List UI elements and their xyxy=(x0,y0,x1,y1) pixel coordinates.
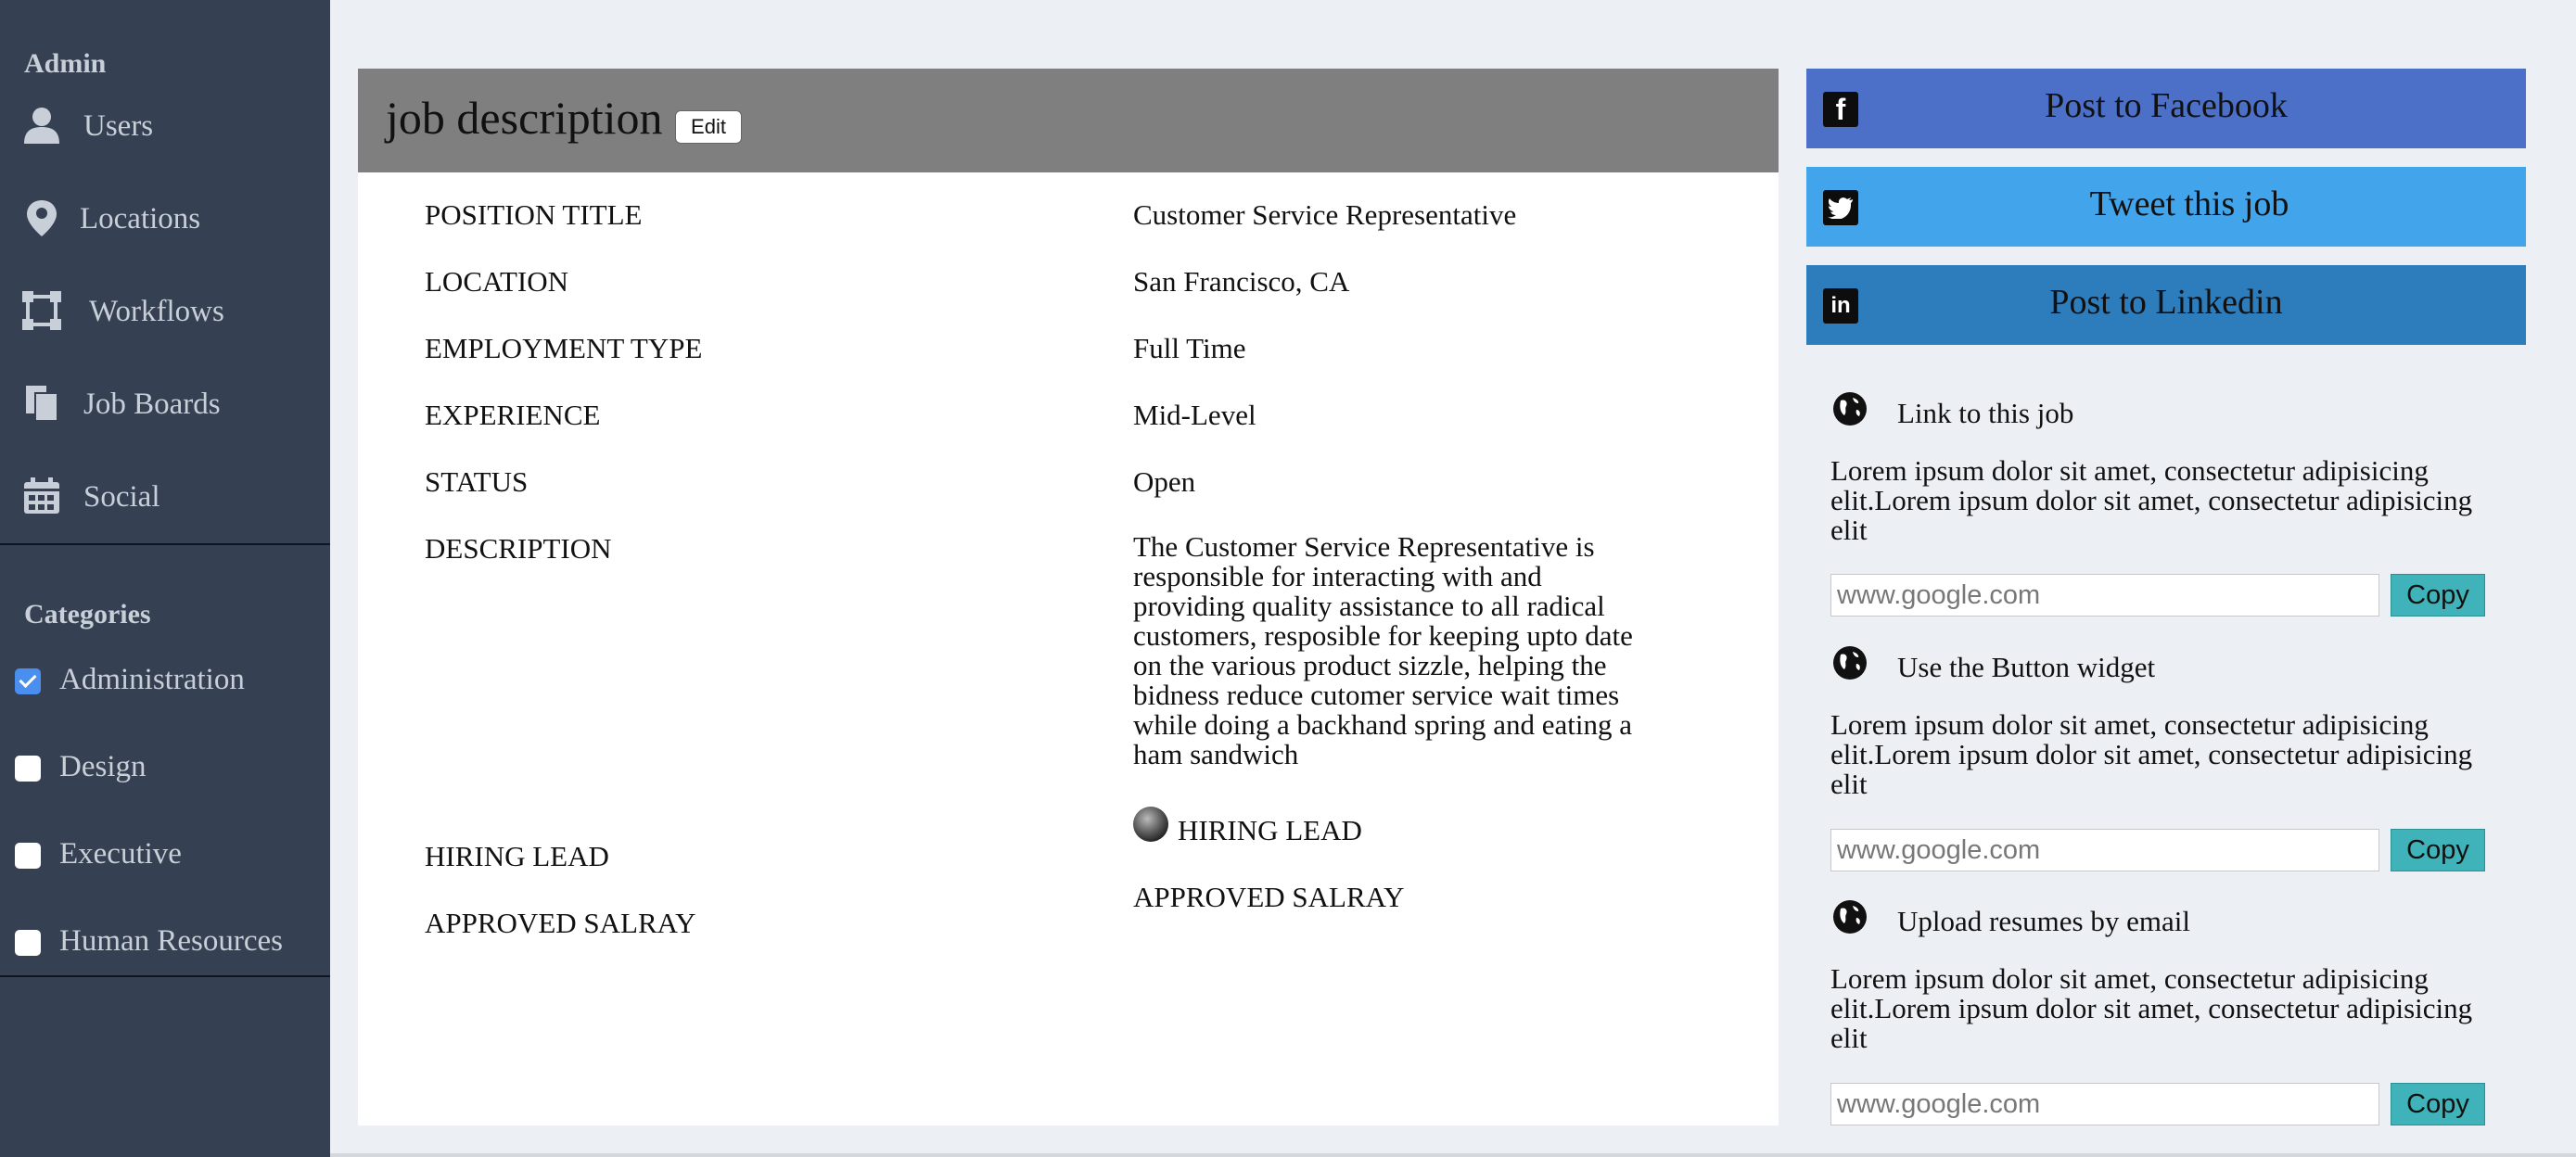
field-value-description: The Customer Service Representative is r… xyxy=(1133,530,1633,770)
sidebar-item-users[interactable]: Users xyxy=(0,96,330,161)
sidebar-divider xyxy=(0,975,330,977)
sidebar-divider xyxy=(0,543,330,545)
card-title: job description xyxy=(386,92,663,144)
user-icon xyxy=(24,108,59,144)
copy-button[interactable]: Copy xyxy=(2391,829,2485,871)
field-label-approved-salary: APPROVED SALRAY xyxy=(425,907,696,939)
category-checkbox[interactable] xyxy=(15,756,41,782)
globe-icon xyxy=(1833,900,1867,934)
field-label-experience: EXPERIENCE xyxy=(425,399,601,431)
field-label-employment-type: EMPLOYMENT TYPE xyxy=(425,332,703,364)
field-value-location: San Francisco, CA xyxy=(1133,265,1350,298)
field-value-status: Open xyxy=(1133,465,1196,498)
category-checkbox[interactable] xyxy=(15,843,41,869)
tweet-this-job-button[interactable]: Tweet this job xyxy=(1806,167,2526,247)
globe-icon xyxy=(1833,392,1867,426)
sidebar-item-label: Users xyxy=(83,109,154,143)
category-label: Design xyxy=(59,750,147,783)
hiring-lead-avatar xyxy=(1133,807,1168,842)
post-to-facebook-button[interactable]: f Post to Facebook xyxy=(1806,69,2526,148)
sidebar-item-locations[interactable]: Locations xyxy=(0,189,330,254)
map-pin-icon xyxy=(27,200,57,236)
category-human-resources[interactable]: Human Resources xyxy=(0,914,330,970)
facebook-button-label: Post to Facebook xyxy=(2045,86,2288,125)
copy-button[interactable]: Copy xyxy=(2391,1083,2485,1125)
bottom-border xyxy=(330,1153,2576,1157)
category-executive[interactable]: Executive xyxy=(0,827,330,883)
category-design[interactable]: Design xyxy=(0,740,330,795)
widget-title-upload-resumes: Upload resumes by email xyxy=(1897,905,2190,937)
field-value-experience: Mid-Level xyxy=(1133,399,1256,431)
admin-heading: Admin xyxy=(24,48,107,79)
linkedin-button-label: Post to Linkedin xyxy=(2049,283,2283,322)
category-label: Human Resources xyxy=(59,924,284,958)
field-label-description: DESCRIPTION xyxy=(425,532,612,565)
field-label-position-title: POSITION TITLE xyxy=(425,198,643,231)
field-value-hiring-lead: HIRING LEAD xyxy=(1178,814,1362,846)
twitter-button-label: Tweet this job xyxy=(2089,184,2289,223)
sidebar-item-label: Workflows xyxy=(89,295,224,328)
field-value-approved-salary: APPROVED SALRAY xyxy=(1133,881,1405,913)
sidebar-item-social[interactable]: Social xyxy=(0,467,330,532)
clipboard-icon xyxy=(26,386,58,422)
workflow-icon xyxy=(22,291,61,330)
sidebar-item-job-boards[interactable]: Job Boards xyxy=(0,375,330,439)
category-label: Administration xyxy=(59,663,245,696)
sidebar-item-workflows[interactable]: Workflows xyxy=(0,282,330,347)
copy-button[interactable]: Copy xyxy=(2391,574,2485,617)
category-checkbox-checked[interactable] xyxy=(15,668,41,694)
sidebar-item-label: Locations xyxy=(80,202,201,235)
sidebar-item-label: Social xyxy=(83,480,160,514)
edit-button[interactable]: Edit xyxy=(675,110,742,144)
category-label: Executive xyxy=(59,837,182,871)
sidebar-item-label: Job Boards xyxy=(83,388,221,421)
globe-icon xyxy=(1833,646,1867,680)
field-value-employment-type: Full Time xyxy=(1133,332,1246,364)
resume-email-input[interactable] xyxy=(1830,1083,2379,1125)
field-label-hiring-lead: HIRING LEAD xyxy=(425,840,609,872)
sidebar: Admin Users Locations Workflows Job Boar… xyxy=(0,0,330,1157)
widget-title-button-widget: Use the Button widget xyxy=(1897,651,2156,683)
category-checkbox[interactable] xyxy=(15,930,41,956)
field-value-position-title: Customer Service Representative xyxy=(1133,198,1517,231)
job-description-card: job description Edit POSITION TITLE Cust… xyxy=(358,69,1779,1125)
category-administration[interactable]: Administration xyxy=(0,653,330,708)
card-header: job description Edit xyxy=(358,69,1779,172)
link-url-input[interactable] xyxy=(1830,574,2379,617)
widget-text: Lorem ipsum dolor sit amet, consectetur … xyxy=(1830,454,2473,546)
field-label-status: STATUS xyxy=(425,465,529,498)
categories-heading: Categories xyxy=(24,599,151,629)
calendar-icon xyxy=(24,477,59,514)
button-widget-url-input[interactable] xyxy=(1830,829,2379,871)
widget-title-link-to-job: Link to this job xyxy=(1897,397,2074,429)
widget-text: Lorem ipsum dolor sit amet, consectetur … xyxy=(1830,962,2473,1054)
post-to-linkedin-button[interactable]: in Post to Linkedin xyxy=(1806,265,2526,345)
widget-text: Lorem ipsum dolor sit amet, consectetur … xyxy=(1830,708,2473,800)
field-label-location: LOCATION xyxy=(425,265,568,298)
